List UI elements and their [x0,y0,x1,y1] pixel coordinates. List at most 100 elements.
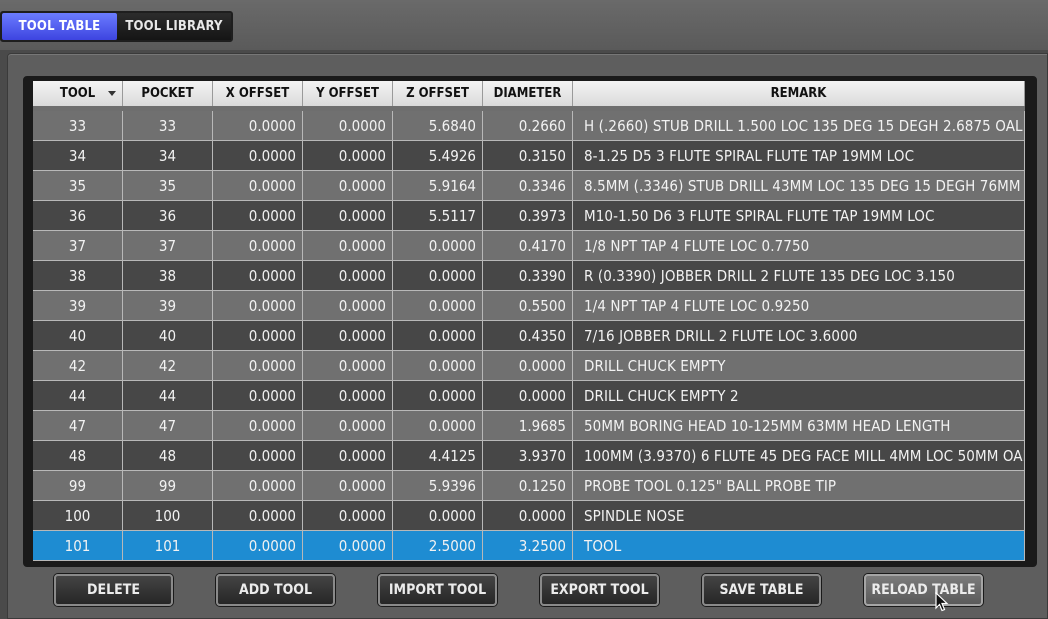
remark-cell[interactable]: 1/8 NPT TAP 4 FLUTE LOC 0.7750 [573,231,1025,261]
remark-cell[interactable]: 100MM (3.9370) 6 FLUTE 45 DEG FACE MILL … [573,441,1025,471]
pocket-cell[interactable]: 48 [123,441,213,471]
remark-cell[interactable]: PROBE TOOL 0.125" BALL PROBE TIP [573,471,1025,501]
scroll-down-button[interactable] [1036,551,1037,565]
z-offset-cell[interactable]: 0.0000 [393,351,483,381]
chevron-down-icon[interactable] [108,91,116,96]
remark-cell[interactable]: DRILL CHUCK EMPTY 2 [573,381,1025,411]
remark-cell[interactable]: M10-1.50 D6 3 FLUTE SPIRAL FLUTE TAP 19M… [573,201,1025,231]
y-offset-cell[interactable]: 0.0000 [303,441,393,471]
add-tool-button[interactable]: ADD TOOL [216,574,335,606]
pocket-cell[interactable]: 101 [123,531,213,561]
y-offset-cell[interactable]: 0.0000 [303,471,393,501]
z-offset-cell[interactable]: 5.6840 [393,111,483,141]
tab-tool-table[interactable]: TOOL TABLE [2,13,117,40]
tool-cell[interactable]: 100 [33,501,123,531]
pocket-cell[interactable]: 36 [123,201,213,231]
tool-cell[interactable]: 40 [33,321,123,351]
tool-cell[interactable]: 47 [33,411,123,441]
remark-cell[interactable]: 8-1.25 D5 3 FLUTE SPIRAL FLUTE TAP 19MM … [573,141,1025,171]
x-offset-cell[interactable]: 0.0000 [213,291,303,321]
z-offset-cell[interactable]: 2.5000 [393,531,483,561]
table-row[interactable]: 47 47 0.0000 0.0000 0.0000 1.9685 50MM BORING … [33,411,1025,441]
z-offset-cell[interactable]: 4.4125 [393,441,483,471]
diameter-cell[interactable]: 0.0000 [483,501,573,531]
x-offset-cell[interactable]: 0.0000 [213,201,303,231]
z-offset-cell[interactable]: 5.9164 [393,171,483,201]
x-offset-cell[interactable]: 0.0000 [213,441,303,471]
pocket-cell[interactable]: 39 [123,291,213,321]
diameter-cell[interactable]: 0.3346 [483,171,573,201]
y-offset-cell[interactable]: 0.0000 [303,501,393,531]
diameter-cell[interactable]: 0.2660 [483,111,573,141]
column-header-diameter[interactable]: DIAMETER [483,81,573,106]
table-row[interactable]: 37 37 0.0000 0.0000 0.0000 0.4170 1/8 NPT TAP … [33,231,1025,261]
table-row[interactable]: 40 40 0.0000 0.0000 0.0000 0.4350 7/16 JOBBER … [33,321,1025,351]
y-offset-cell[interactable]: 0.0000 [303,411,393,441]
pocket-cell[interactable]: 100 [123,501,213,531]
remark-cell[interactable]: 50MM BORING HEAD 10-125MM 63MM HEAD LENG… [573,411,1025,441]
table-row[interactable]: 36 36 0.0000 0.0000 5.5117 0.3973 M10-1.50 D6 … [33,201,1025,231]
y-offset-cell[interactable]: 0.0000 [303,171,393,201]
pocket-cell[interactable]: 47 [123,411,213,441]
y-offset-cell[interactable]: 0.0000 [303,351,393,381]
diameter-cell[interactable]: 0.4170 [483,231,573,261]
table-row[interactable]: 101 101 0.0000 0.0000 2.5000 3.2500 TOOL [33,531,1025,561]
diameter-cell[interactable]: 0.0000 [483,351,573,381]
x-offset-cell[interactable]: 0.0000 [213,261,303,291]
remark-cell[interactable]: DRILL CHUCK EMPTY [573,351,1025,381]
z-offset-cell[interactable]: 0.0000 [393,231,483,261]
y-offset-cell[interactable]: 0.0000 [303,321,393,351]
table-row[interactable]: 34 34 0.0000 0.0000 5.4926 0.3150 8-1.25 D5 3 … [33,141,1025,171]
tool-cell[interactable]: 44 [33,381,123,411]
pocket-cell[interactable]: 38 [123,261,213,291]
tool-cell[interactable]: 99 [33,471,123,501]
table-row[interactable]: 44 44 0.0000 0.0000 0.0000 0.0000 DRILL CHUCK … [33,381,1025,411]
diameter-cell[interactable]: 0.3150 [483,141,573,171]
import-tool-button[interactable]: IMPORT TOOL [378,574,497,606]
remark-cell[interactable]: 8.5MM (.3346) STUB DRILL 43MM LOC 135 DE… [573,171,1025,201]
tool-cell[interactable]: 38 [33,261,123,291]
table-row[interactable]: 48 48 0.0000 0.0000 4.4125 3.9370 100MM (3.937… [33,441,1025,471]
x-offset-cell[interactable]: 0.0000 [213,351,303,381]
z-offset-cell[interactable]: 0.0000 [393,501,483,531]
diameter-cell[interactable]: 0.3973 [483,201,573,231]
x-offset-cell[interactable]: 0.0000 [213,111,303,141]
table-row[interactable]: 39 39 0.0000 0.0000 0.0000 0.5500 1/4 NPT TAP … [33,291,1025,321]
tool-cell[interactable]: 35 [33,171,123,201]
y-offset-cell[interactable]: 0.0000 [303,531,393,561]
column-header-y-offset[interactable]: Y OFFSET [303,81,393,106]
remark-cell[interactable]: SPINDLE NOSE [573,501,1025,531]
pocket-cell[interactable]: 34 [123,141,213,171]
delete-button[interactable]: DELETE [54,574,173,606]
reload-table-button[interactable]: RELOAD TABLE [864,574,983,606]
z-offset-cell[interactable]: 0.0000 [393,381,483,411]
pocket-cell[interactable]: 42 [123,351,213,381]
tool-cell[interactable]: 48 [33,441,123,471]
diameter-cell[interactable]: 0.0000 [483,381,573,411]
tool-cell[interactable]: 34 [33,141,123,171]
z-offset-cell[interactable]: 5.5117 [393,201,483,231]
y-offset-cell[interactable]: 0.0000 [303,381,393,411]
x-offset-cell[interactable]: 0.0000 [213,381,303,411]
save-table-button[interactable]: SAVE TABLE [702,574,821,606]
table-row[interactable]: 42 42 0.0000 0.0000 0.0000 0.0000 DRILL CHUCK … [33,351,1025,381]
y-offset-cell[interactable]: 0.0000 [303,111,393,141]
tool-cell[interactable]: 42 [33,351,123,381]
pocket-cell[interactable]: 35 [123,171,213,201]
pocket-cell[interactable]: 40 [123,321,213,351]
tool-cell[interactable]: 37 [33,231,123,261]
export-tool-button[interactable]: EXPORT TOOL [540,574,659,606]
table-row[interactable]: 35 35 0.0000 0.0000 5.9164 0.3346 8.5MM (.3346… [33,171,1025,201]
tool-cell[interactable]: 101 [33,531,123,561]
x-offset-cell[interactable]: 0.0000 [213,171,303,201]
x-offset-cell[interactable]: 0.0000 [213,231,303,261]
x-offset-cell[interactable]: 0.0000 [213,471,303,501]
remark-cell[interactable]: 7/16 JOBBER DRILL 2 FLUTE LOC 3.6000 [573,321,1025,351]
column-header-x-offset[interactable]: X OFFSET [213,81,303,106]
vertical-scrollbar[interactable] [1035,78,1037,565]
z-offset-cell[interactable]: 0.0000 [393,321,483,351]
diameter-cell[interactable]: 0.3390 [483,261,573,291]
column-header-remark[interactable]: REMARK [573,81,1025,106]
diameter-cell[interactable]: 1.9685 [483,411,573,441]
diameter-cell[interactable]: 0.4350 [483,321,573,351]
